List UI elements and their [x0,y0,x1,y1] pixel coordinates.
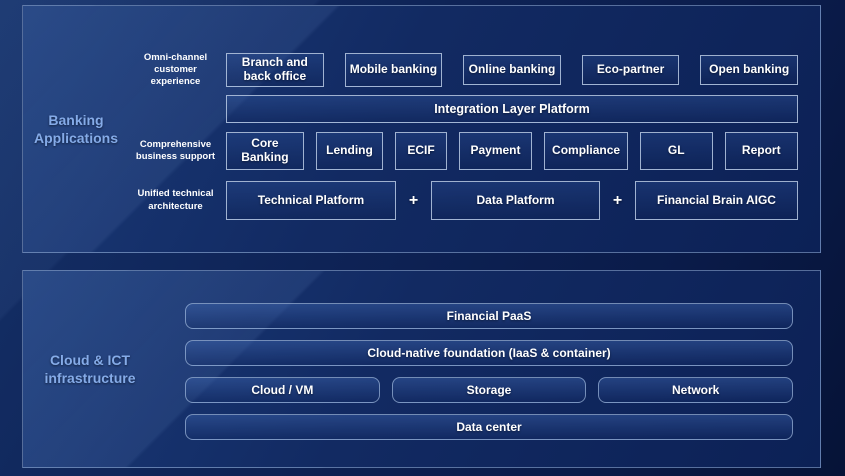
box-eco-partner: Eco-partner [582,55,680,85]
plus-separator-2: + [600,192,635,210]
box-mobile-banking: Mobile banking [345,53,443,87]
technical-architecture-boxes: Technical Platform + Data Platform + Fin… [226,181,798,220]
box-integration-layer-platform: Integration Layer Platform [226,95,798,123]
box-payment: Payment [459,132,532,170]
bar-cloud-vm: Cloud / VM [185,377,380,403]
box-data-platform: Data Platform [431,181,600,220]
box-report: Report [725,132,798,170]
omni-channel-row: Omni-channel customer experience Branch … [129,53,798,87]
omni-channel-boxes: Branch and back office Mobile banking On… [226,53,798,87]
bar-network: Network [598,377,793,403]
integration-row: Integration Layer Platform [129,95,798,123]
bar-storage: Storage [392,377,587,403]
box-technical-platform: Technical Platform [226,181,396,220]
banking-applications-title: Banking Applications [23,6,129,252]
technical-architecture-label: Unified technical architecture [129,188,226,212]
cloud-ict-panel: Cloud & ICT infrastructure Financial Paa… [22,270,821,468]
cloud-stack: Financial PaaS Cloud-native foundation (… [157,271,820,467]
business-support-label: Comprehensive business support [129,139,226,163]
plus-separator-1: + [396,192,431,210]
bar-financial-paas: Financial PaaS [185,303,793,329]
cloud-ict-title: Cloud & ICT infrastructure [23,271,157,467]
omni-channel-label: Omni-channel customer experience [129,52,226,88]
architecture-diagram: Banking Applications Omni-channel custom… [0,0,845,476]
box-open-banking: Open banking [700,55,798,85]
bar-data-center: Data center [185,414,793,440]
box-ecif: ECIF [395,132,446,170]
box-financial-brain-aigc: Financial Brain AIGC [635,181,798,220]
banking-applications-panel: Banking Applications Omni-channel custom… [22,5,821,253]
business-support-boxes: Core Banking Lending ECIF Payment Compli… [226,132,798,170]
box-core-banking: Core Banking [226,132,304,170]
technical-architecture-row: Unified technical architecture Technical… [129,181,798,220]
box-gl: GL [640,132,713,170]
business-support-row: Comprehensive business support Core Bank… [129,132,798,170]
cloud-middle-row: Cloud / VM Storage Network [185,377,793,403]
banking-rows: Omni-channel customer experience Branch … [129,6,820,252]
box-branch-back-office: Branch and back office [226,53,324,87]
bar-cloud-native-foundation: Cloud-native foundation (IaaS & containe… [185,340,793,366]
box-lending: Lending [316,132,384,170]
box-online-banking: Online banking [463,55,561,85]
integration-bar-wrap: Integration Layer Platform [226,95,798,123]
box-compliance: Compliance [544,132,628,170]
